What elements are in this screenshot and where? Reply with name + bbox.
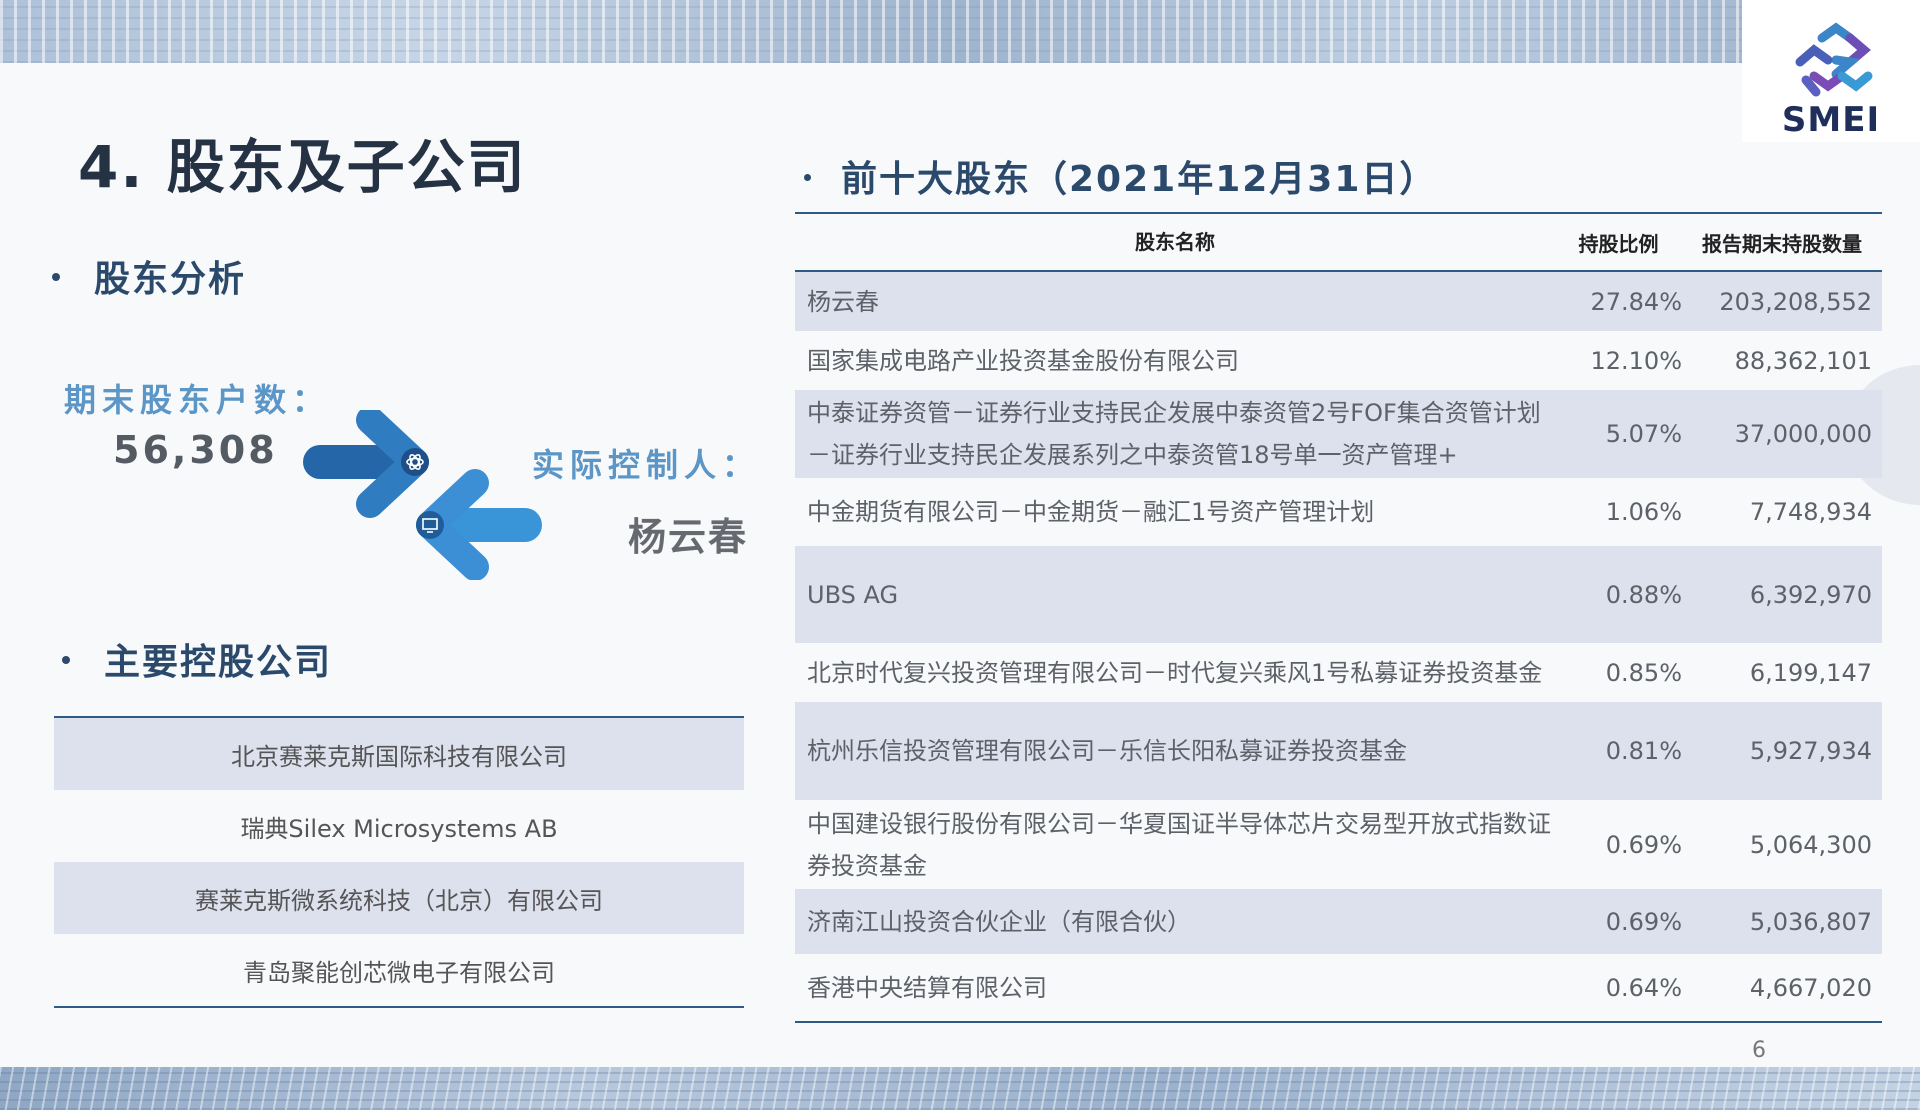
table-row: 杭州乐信投资管理有限公司－乐信长阳私募证券投资基金 0.81% 5,927,93…: [795, 702, 1882, 800]
table-row: 中泰证券资管－证券行业支持民企发展中泰资管2号FOF集合资管计划－证券行业支持民…: [795, 390, 1882, 478]
logo: SMEI: [1742, 0, 1920, 142]
subsidiaries-heading-text: 主要控股公司: [104, 642, 333, 683]
page-number: 6: [1752, 1038, 1766, 1063]
shareholder-name: 济南江山投资合伙企业（有限合伙）: [807, 907, 1191, 936]
bullet-icon: [804, 173, 811, 181]
top-shareholders-table: 股东名称 持股比例 报告期末持股数量 杨云春 27.84% 203,208,55…: [795, 212, 1882, 1023]
logo-mark-icon: [1795, 22, 1873, 97]
shareholder-pct: 0.85%: [1605, 658, 1682, 687]
shareholder-pct: 27.84%: [1590, 287, 1682, 316]
subsidiaries-heading: 主要控股公司: [62, 633, 332, 685]
subsidiaries-table: 北京赛莱克斯国际科技有限公司 瑞典Silex Microsystems AB 赛…: [54, 716, 744, 1008]
bullet-icon: [62, 656, 70, 664]
shareholder-pct: 5.07%: [1605, 420, 1682, 448]
table-row: 国家集成电路产业投资基金股份有限公司 12.10% 88,362,101: [795, 331, 1882, 390]
column-header-qty: 报告期末持股数量: [1702, 231, 1862, 256]
subsidiary-row: 瑞典Silex Microsystems AB: [240, 814, 558, 843]
bottom-banner: [0, 1067, 1920, 1110]
shareholder-name: 杭州乐信投资管理有限公司－乐信长阳私募证券投资基金: [807, 737, 1407, 765]
shareholder-analysis-heading: 股东分析: [52, 250, 246, 302]
subsidiary-row: 北京赛莱克斯国际科技有限公司: [54, 718, 744, 790]
shareholder-qty: 203,208,552: [1719, 287, 1872, 316]
table-row: 北京时代复兴投资管理有限公司－时代复兴乘风1号私募证券投资基金 0.85% 6,…: [795, 643, 1882, 702]
shareholder-qty: 6,392,970: [1749, 580, 1872, 609]
shareholder-name: 国家集成电路产业投资基金股份有限公司: [807, 346, 1239, 375]
shareholder-pct: 1.06%: [1605, 498, 1682, 526]
shareholder-qty: 5,064,300: [1749, 830, 1872, 859]
table-row: UBS AG 0.88% 6,392,970: [795, 546, 1882, 643]
table-row: 中金期货有限公司－中金期货－融汇1号资产管理计划 1.06% 7,748,934: [795, 478, 1882, 546]
table-row: 中国建设银行股份有限公司－华夏国证半导体芯片交易型开放式指数证券投资基金 0.6…: [795, 800, 1882, 889]
shareholder-name: 中金期货有限公司－中金期货－融汇1号资产管理计划: [807, 498, 1375, 526]
shareholder-qty: 6,199,147: [1749, 658, 1872, 687]
shareholder-qty: 88,362,101: [1734, 346, 1872, 375]
shareholder-qty: 7,748,934: [1749, 498, 1872, 526]
shareholder-qty: 4,667,020: [1749, 973, 1872, 1002]
shareholder-name: 香港中央结算有限公司: [807, 973, 1047, 1002]
shareholder-pct: 0.69%: [1605, 907, 1682, 936]
shareholder-pct: 0.88%: [1605, 580, 1682, 609]
page-title: 4. 股东及子公司: [78, 133, 527, 201]
table-row: 济南江山投资合伙企业（有限合伙） 0.69% 5,036,807: [795, 889, 1882, 954]
controller-label: 实际控制人：: [532, 446, 761, 484]
column-header-pct: 持股比例: [1578, 231, 1659, 256]
shareholder-name: 北京时代复兴投资管理有限公司－时代复兴乘风1号私募证券投资基金: [807, 658, 1543, 687]
column-header-name: 股东名称: [1135, 230, 1215, 254]
holders-label: 期末股东户数：: [64, 381, 331, 419]
table-row: 香港中央结算有限公司 0.64% 4,667,020: [795, 954, 1882, 1021]
top-shareholders-heading: 前十大股东（2021年12月31日）: [804, 150, 1437, 202]
shareholder-pct: 0.81%: [1605, 737, 1682, 765]
shareholder-pct: 0.69%: [1605, 830, 1682, 859]
controller-name: 杨云春: [628, 515, 749, 559]
logo-text: SMEI: [1781, 100, 1881, 140]
bullet-icon: [52, 273, 60, 281]
top-shareholders-heading-text: 前十大股东（2021年12月31日）: [841, 159, 1438, 200]
shareholder-pct: 0.64%: [1605, 973, 1682, 1002]
shareholder-qty: 5,036,807: [1749, 907, 1872, 936]
exchange-arrows-icon: [303, 410, 542, 580]
subsidiary-row: 赛莱克斯微系统科技（北京）有限公司: [54, 862, 744, 934]
shareholder-name: 中泰证券资管－证券行业支持民企发展中泰资管2号FOF集合资管计划－证券行业支持民…: [807, 399, 1541, 469]
table-row: 杨云春 27.84% 203,208,552: [795, 272, 1882, 331]
top-banner: [0, 0, 1742, 63]
shareholder-analysis-heading-text: 股东分析: [94, 259, 247, 300]
subsidiary-row: 青岛聚能创芯微电子有限公司: [243, 958, 555, 987]
shareholder-name: 中国建设银行股份有限公司－华夏国证半导体芯片交易型开放式指数证券投资基金: [807, 809, 1551, 880]
shareholder-qty: 37,000,000: [1734, 420, 1872, 448]
table-header: 股东名称 持股比例 报告期末持股数量: [795, 212, 1882, 272]
shareholder-pct: 12.10%: [1590, 346, 1682, 375]
holders-count: 56,308: [113, 428, 278, 472]
shareholder-name: UBS AG: [807, 580, 899, 609]
shareholder-qty: 5,927,934: [1749, 737, 1872, 765]
shareholder-name: 杨云春: [807, 287, 879, 316]
